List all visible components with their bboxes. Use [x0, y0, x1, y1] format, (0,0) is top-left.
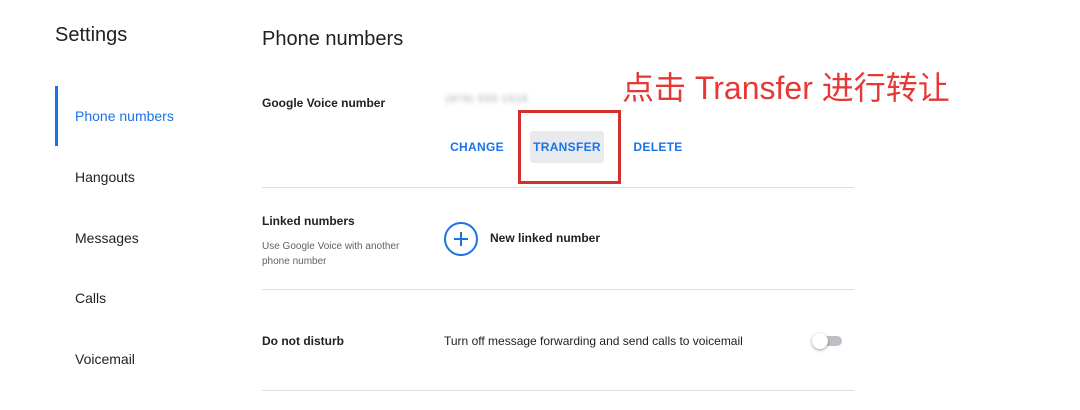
linked-numbers-label: Linked numbers [262, 214, 355, 228]
divider [262, 390, 854, 391]
sidebar-item-label: Messages [75, 230, 139, 246]
do-not-disturb-label: Do not disturb [262, 334, 344, 348]
delete-button[interactable]: DELETE [628, 131, 688, 163]
add-linked-number-button[interactable] [444, 222, 478, 256]
do-not-disturb-description: Turn off message forwarding and send cal… [444, 334, 743, 348]
sidebar-item-hangouts[interactable]: Hangouts [58, 149, 228, 205]
sidebar-item-voicemail[interactable]: Voicemail [58, 331, 228, 387]
new-linked-number-label[interactable]: New linked number [490, 231, 600, 245]
do-not-disturb-toggle[interactable] [812, 333, 844, 349]
sidebar-item-messages[interactable]: Messages [58, 210, 228, 266]
google-voice-number-value: (978) 555-1516 [446, 94, 529, 105]
transfer-highlight-box [518, 110, 621, 184]
sidebar-item-label: Hangouts [75, 169, 135, 185]
sidebar-item-calls[interactable]: Calls [58, 270, 228, 326]
sidebar-item-label: Calls [75, 290, 107, 306]
sidebar-item-label: Phone numbers [75, 108, 174, 124]
change-button[interactable]: CHANGE [444, 131, 510, 163]
page-title: Phone numbers [262, 28, 404, 50]
divider [262, 187, 854, 188]
toggle-knob [812, 333, 828, 349]
sidebar-item-phone-numbers[interactable]: Phone numbers [58, 88, 228, 144]
google-voice-number-label: Google Voice number [262, 96, 386, 110]
divider [262, 289, 854, 290]
annotation-text: 点击 Transfer 进行转让 [622, 70, 950, 106]
sidebar-title: Settings [55, 24, 128, 46]
plus-icon [446, 224, 476, 254]
linked-numbers-sublabel: Use Google Voice with another phone numb… [262, 241, 400, 267]
sidebar-item-label: Voicemail [75, 351, 135, 367]
